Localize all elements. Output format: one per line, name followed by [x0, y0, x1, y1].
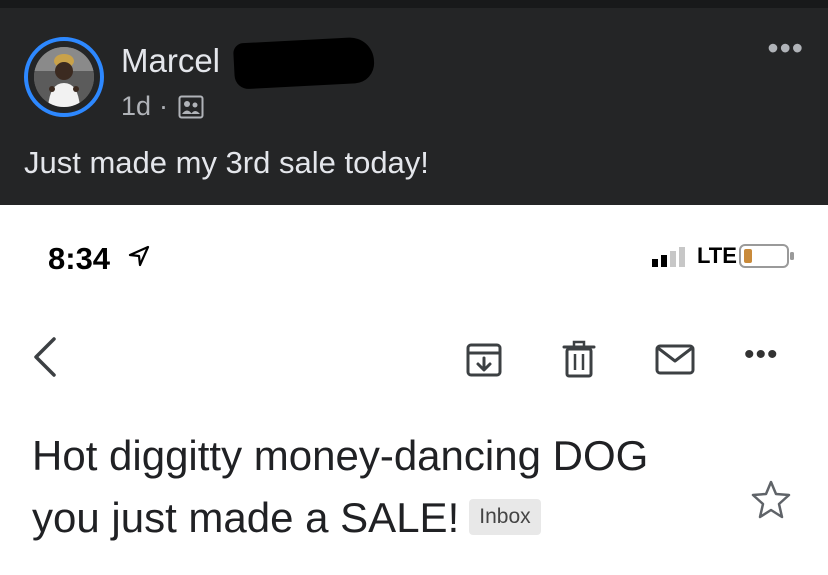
email-subject-line-2: you just made a SALE! Inbox [32, 487, 732, 549]
avatar-image-icon [34, 47, 94, 107]
post-text: Just made my 3rd sale today! [24, 145, 429, 180]
archive-icon[interactable] [463, 338, 505, 380]
post-meta: 1d · [121, 91, 204, 122]
network-type: LTE [697, 243, 737, 268]
avatar[interactable] [24, 37, 104, 117]
post-timestamp[interactable]: 1d [121, 91, 151, 122]
chevron-left-icon[interactable] [30, 335, 60, 379]
envelope-icon[interactable] [654, 338, 696, 380]
avatar-photo [34, 47, 94, 107]
star-icon[interactable] [750, 478, 792, 520]
status-bar-time: 8:34 [48, 241, 111, 276]
email-subject-line-1: Hot diggitty money-dancing DOG [32, 432, 649, 479]
post-more-button[interactable]: ••• [767, 32, 804, 64]
friends-icon[interactable] [178, 95, 204, 119]
facebook-post: Marcel 1d · ••• Just made my 3rd sale to… [0, 0, 828, 205]
post-top-divider [0, 0, 828, 8]
inbox-label-badge[interactable]: Inbox [469, 498, 541, 535]
location-arrow-icon [128, 245, 150, 267]
trash-icon[interactable] [558, 338, 600, 380]
meta-separator: · [159, 91, 169, 121]
battery-icon [739, 244, 794, 268]
redaction-mark [232, 36, 376, 90]
email-subject-line-2-text: you just made a SALE! [32, 494, 460, 541]
signal-bars-icon [652, 247, 685, 267]
email-more-button[interactable]: ••• [744, 340, 779, 370]
post-author-name[interactable]: Marcel [121, 42, 220, 80]
attached-screenshot: 8:34 LTE ••• Hot diggitty money-dancing … [0, 205, 828, 575]
email-subject: Hot diggitty money-dancing DOG you just … [32, 425, 732, 549]
